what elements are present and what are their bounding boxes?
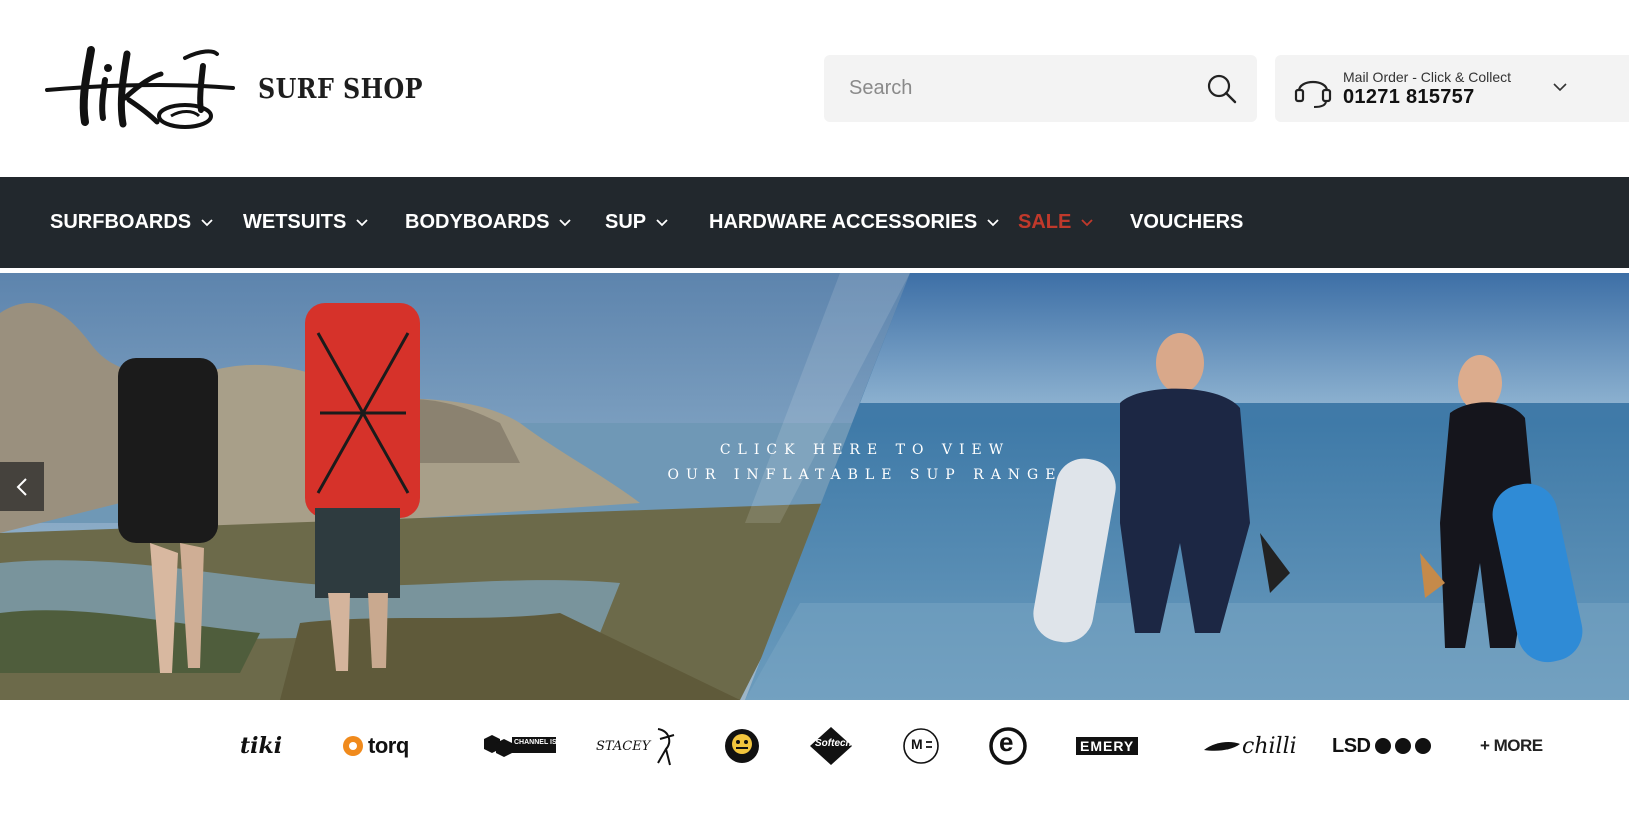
tiki-logo-mark — [45, 46, 235, 129]
site-logo[interactable]: SURF SHOP — [45, 44, 425, 134]
chevron-down-icon — [1553, 83, 1567, 92]
brand-label: tiki — [240, 733, 283, 759]
headset-icon — [1294, 80, 1332, 108]
search-input[interactable] — [824, 55, 1209, 122]
brand-label: torq — [368, 733, 409, 758]
hero-banner[interactable]: CLICK HERE TO VIEW OUR INFLATABLE SUP RA… — [0, 273, 1629, 700]
nav-item-wetsuits[interactable]: WETSUITS — [243, 177, 368, 268]
chevron-down-icon — [1081, 218, 1093, 226]
nav-item-vouchers[interactable]: VOUCHERS — [1130, 177, 1243, 268]
brand-logo-stacey[interactable]: STACEY — [596, 723, 678, 769]
brand-label: chilli — [1242, 733, 1297, 759]
nav-item-label: HARDWARE ACCESSORIES — [709, 211, 978, 233]
contact-phone: 01271 815757 — [1343, 86, 1475, 108]
nav-item-label: SALE — [1018, 211, 1072, 233]
brand-logo-sharkbite[interactable] — [723, 723, 761, 769]
brand-label: EMERY — [1076, 737, 1139, 755]
chevron-down-icon — [201, 218, 213, 226]
nav-item-label: SUP — [605, 211, 647, 233]
chevron-down-icon — [356, 218, 368, 226]
brand-label: STACEY — [596, 738, 651, 754]
brand-logo-torq[interactable]: torq — [342, 723, 409, 769]
search-icon — [1207, 74, 1237, 104]
brand-logo-chilli[interactable]: chilli — [1202, 723, 1297, 769]
nav-item-label: WETSUITS — [243, 211, 347, 233]
brand-logo-tiki[interactable]: tiki — [240, 723, 282, 769]
brand-label: M — [911, 736, 923, 752]
carousel-prev-button[interactable] — [0, 462, 44, 511]
hero-caption[interactable]: CLICK HERE TO VIEW OUR INFLATABLE SUP RA… — [660, 438, 1070, 488]
brand-logo-channel-islands[interactable]: CHANNEL ISLANDS — [480, 723, 581, 769]
channel-islands-logo — [484, 735, 556, 757]
brand-logo-softech[interactable]: Softech — [808, 723, 854, 769]
stacey-figure-icon — [657, 728, 675, 766]
chevron-down-icon — [559, 218, 572, 226]
chevron-down-icon — [656, 218, 668, 226]
nav-item-label: VOUCHERS — [1130, 211, 1244, 233]
chilli-icon — [1204, 742, 1240, 751]
more-brands-link[interactable]: + MORE — [1480, 736, 1543, 756]
nav-item-surfboards[interactable]: SURFBOARDS — [50, 177, 213, 268]
hero-caption-line2: OUR INFLATABLE SUP RANGE — [667, 467, 1063, 483]
nav-item-sale[interactable]: SALE — [1018, 177, 1093, 268]
lsd-dots-icon — [1374, 738, 1431, 754]
contact-label: Mail Order - Click & Collect — [1343, 69, 1512, 85]
nav-item-label: SURFBOARDS — [50, 211, 192, 233]
brand-label: Softech — [815, 738, 852, 749]
nav-item-sup[interactable]: SUP — [605, 177, 668, 268]
nav-item-bodyboards[interactable]: BODYBOARDS — [405, 177, 572, 268]
brand-label: CHANNEL ISLANDS — [514, 739, 581, 746]
brand-logo-lsd[interactable]: LSD — [1332, 723, 1431, 769]
chevron-left-icon — [16, 478, 27, 496]
hero-caption-line1: CLICK HERE TO VIEW — [719, 442, 1011, 458]
brand-logo-emery[interactable]: EMERY — [1076, 723, 1139, 769]
site-header: SURF SHOP Mail Order - Click & Collect 0… — [0, 0, 1629, 177]
chevron-down-icon — [987, 218, 999, 226]
main-navigation: SURFBOARDS WETSUITS BODYBOARDS SUP HARDW… — [0, 177, 1629, 268]
contact-dropdown[interactable]: Mail Order - Click & Collect 01271 81575… — [1275, 55, 1629, 122]
logo-tagline: SURF SHOP — [258, 74, 423, 105]
nav-item-hardware-accessories[interactable]: HARDWARE ACCESSORIES — [709, 177, 999, 268]
brand-logo-mf[interactable]: M — [902, 723, 940, 769]
brand-logo-e[interactable]: e — [988, 723, 1028, 769]
brand-label: LSD — [1332, 734, 1371, 757]
torq-icon — [343, 736, 363, 756]
search-button[interactable] — [1205, 72, 1239, 106]
search-box — [824, 55, 1257, 122]
brand-label: e — [999, 727, 1014, 757]
nav-item-label: BODYBOARDS — [405, 211, 550, 233]
sharkbite-logo — [725, 729, 759, 763]
